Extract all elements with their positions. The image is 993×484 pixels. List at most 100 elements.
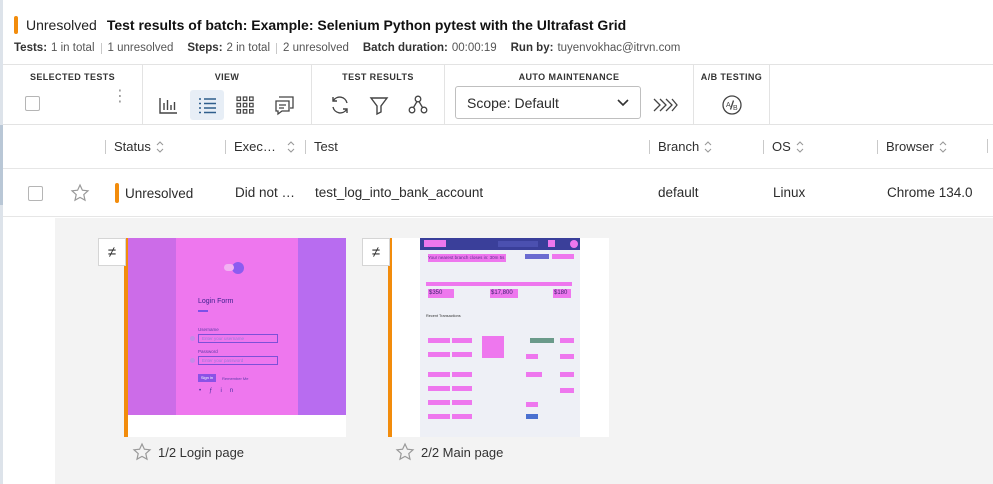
batch-meta: Tests: 1 in total 1 unresolved Steps: 2 … xyxy=(14,42,680,54)
column-status-label: Status xyxy=(114,139,151,154)
column-execution[interactable]: Exec… xyxy=(225,139,296,154)
status-indicator xyxy=(14,16,18,34)
ab-testing-section: A/B TESTING AB xyxy=(694,65,770,125)
step-label-text: 1/2 Login page xyxy=(158,444,245,460)
table-header: Status Exec… Test Branch OS Browser xyxy=(3,125,993,169)
svg-text:B: B xyxy=(733,105,738,112)
test-results-section: TEST RESULTS xyxy=(312,65,445,125)
column-branch[interactable]: Branch xyxy=(649,139,713,154)
toolbar: SELECTED TESTS ⋮ VIEW TEST RESULTS AUTO … xyxy=(3,64,993,125)
signin-button: Sign in xyxy=(198,374,216,382)
column-divider xyxy=(987,139,993,153)
row-execution: Did not … xyxy=(235,185,296,200)
row-status-label: Unresolved xyxy=(125,185,194,201)
svg-text:A: A xyxy=(726,102,731,109)
login-screenshot: Login Form Username Enter your username … xyxy=(128,238,346,415)
refresh-icon[interactable] xyxy=(323,90,357,120)
ab-testing-title: A/B TESTING xyxy=(700,72,763,82)
remember-me: Remember Me xyxy=(222,376,249,381)
balance-3: $180 xyxy=(553,289,571,298)
column-browser[interactable]: Browser xyxy=(877,139,948,154)
selected-tests-section: SELECTED TESTS ⋮ xyxy=(3,65,143,125)
recent-transactions: Recent Transactions xyxy=(426,314,461,318)
auto-maintenance-icon[interactable] xyxy=(648,90,682,120)
column-test-label: Test xyxy=(314,139,338,154)
ab-testing-icon[interactable]: AB xyxy=(715,90,749,120)
step-thumbnail-main[interactable]: ≠ Your nearest branch closes in: 30m 5s … xyxy=(362,238,609,437)
step-label-text: 2/2 Main page xyxy=(421,444,504,460)
column-branch-label: Branch xyxy=(658,139,700,154)
tests-label: Tests: xyxy=(14,42,48,54)
row-os: Linux xyxy=(773,185,806,200)
sort-icon xyxy=(156,140,164,153)
step-thumbnails-area: ≠ Login Form Username Enter your usernam… xyxy=(55,218,993,484)
column-os-label: OS xyxy=(772,139,791,154)
balance-1: $350 xyxy=(428,289,454,298)
star-icon[interactable] xyxy=(70,183,90,203)
view-title: VIEW xyxy=(214,72,240,82)
row-test-name[interactable]: test_log_into_bank_account xyxy=(315,185,483,200)
duration-label: Batch duration: xyxy=(362,42,448,54)
view-section: VIEW xyxy=(143,65,312,125)
group-by-icon[interactable] xyxy=(401,90,435,120)
sort-icon xyxy=(939,140,947,153)
scope-value: Scope: Default xyxy=(467,94,559,111)
social-icons: •ƒin xyxy=(199,388,242,394)
test-results-title: TEST RESULTS xyxy=(342,72,414,82)
sort-icon xyxy=(704,140,712,153)
tests-total: 1 in total xyxy=(51,42,95,54)
column-browser-label: Browser xyxy=(886,139,934,154)
chevron-down-icon xyxy=(617,99,629,107)
branch-banner: Your nearest branch closes in: 30m 5s xyxy=(428,254,506,262)
tests-unresolved: 1 unresolved xyxy=(107,42,174,54)
username-field: Enter your username xyxy=(198,334,278,343)
runby-value: tuyenvokhac@itrvn.com xyxy=(557,42,681,54)
column-os[interactable]: OS xyxy=(763,139,805,154)
star-icon[interactable] xyxy=(132,442,152,462)
password-field: Enter your password xyxy=(198,356,278,365)
username-label: Username xyxy=(198,327,219,332)
row-branch: default xyxy=(658,185,699,200)
grid-view-icon[interactable] xyxy=(228,90,262,120)
table-row[interactable]: Unresolved Did not … test_log_into_bank_… xyxy=(3,169,993,217)
step-label-main[interactable]: 2/2 Main page xyxy=(395,442,503,462)
batch-header: Unresolved Test results of batch: Exampl… xyxy=(10,0,993,64)
scope-dropdown[interactable]: Scope: Default xyxy=(455,86,641,119)
selected-tests-title: SELECTED TESTS xyxy=(29,72,116,82)
balance-2: $17,800 xyxy=(490,289,518,298)
divider xyxy=(100,42,102,54)
steps-label: Steps: xyxy=(187,42,223,54)
runby-label: Run by: xyxy=(510,42,554,54)
column-execution-label: Exec… xyxy=(234,139,276,154)
select-all-checkbox[interactable] xyxy=(25,96,40,111)
column-test[interactable]: Test xyxy=(305,139,338,154)
star-icon[interactable] xyxy=(395,442,415,462)
diff-icon[interactable]: ≠ xyxy=(98,238,126,266)
step-label-login[interactable]: 1/2 Login page xyxy=(132,442,244,462)
column-status[interactable]: Status xyxy=(105,139,165,154)
row-checkbox[interactable] xyxy=(28,186,43,201)
status-indicator xyxy=(115,183,119,203)
sort-icon xyxy=(796,140,804,153)
diff-icon[interactable]: ≠ xyxy=(362,238,390,266)
steps-total: 2 in total xyxy=(226,42,271,54)
row-status: Unresolved xyxy=(115,183,193,203)
login-form-title: Login Form xyxy=(198,298,234,305)
more-options-icon[interactable]: ⋮ xyxy=(112,89,128,105)
bar-chart-icon[interactable] xyxy=(151,90,185,120)
list-view-icon[interactable] xyxy=(190,90,224,120)
batch-title-row: Unresolved Test results of batch: Exampl… xyxy=(14,15,626,35)
divider xyxy=(276,42,278,54)
password-label: Password xyxy=(198,349,218,354)
sort-icon xyxy=(287,140,295,153)
comments-view-icon[interactable] xyxy=(267,90,301,120)
batch-status: Unresolved xyxy=(26,17,97,33)
main-screenshot: Your nearest branch closes in: 30m 5s $3… xyxy=(420,238,580,437)
duration-value: 00:00:19 xyxy=(451,42,497,54)
row-browser: Chrome 134.0 xyxy=(887,185,973,200)
filter-icon[interactable] xyxy=(362,90,396,120)
step-thumbnail-login[interactable]: ≠ Login Form Username Enter your usernam… xyxy=(98,238,346,437)
auto-maintenance-title: AUTO MAINTENANCE xyxy=(518,72,620,82)
batch-title: Test results of batch: Example: Selenium… xyxy=(106,17,627,33)
steps-unresolved: 2 unresolved xyxy=(283,42,349,54)
